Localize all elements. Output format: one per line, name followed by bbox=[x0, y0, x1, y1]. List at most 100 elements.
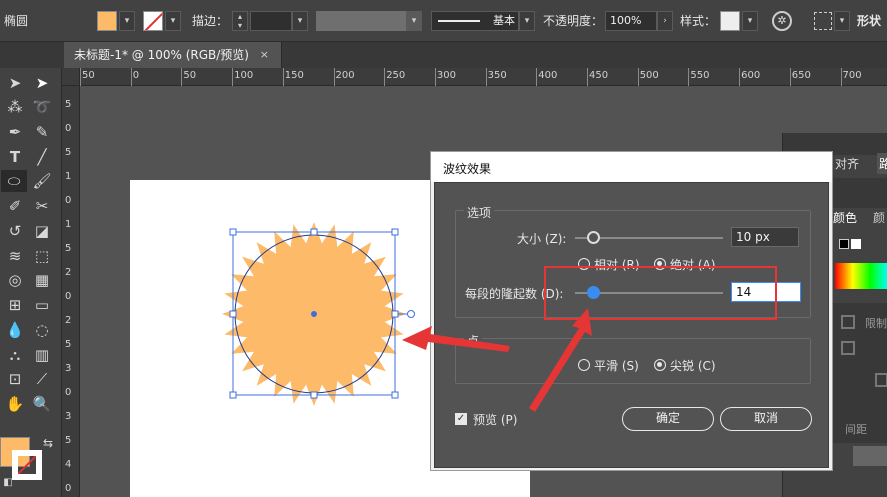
panel-icon-c[interactable] bbox=[875, 373, 887, 387]
ruler-tick-label: 50 bbox=[82, 70, 95, 81]
ruler-tick-label: 100 bbox=[234, 70, 254, 81]
panel-field[interactable] bbox=[853, 446, 887, 466]
ruler-tick bbox=[688, 68, 690, 86]
ruler-tick-label: 150 bbox=[284, 70, 304, 81]
vertical-ruler[interactable]: 50510152025303540 bbox=[62, 86, 80, 497]
column-graph-icon[interactable]: ▥ bbox=[30, 344, 54, 366]
default-colors-icon[interactable]: ◧ bbox=[0, 472, 20, 494]
eyedropper-icon[interactable]: 💧 bbox=[3, 319, 27, 341]
swap-colors-icon[interactable]: ⇆ bbox=[36, 432, 60, 454]
ruler-tick-label: 650 bbox=[791, 70, 811, 81]
style-swatch[interactable] bbox=[720, 11, 740, 31]
ruler-tick-label: 500 bbox=[639, 70, 659, 81]
ruler-tick bbox=[637, 68, 639, 86]
brush-dropdown-icon[interactable]: ▾ bbox=[519, 11, 535, 31]
rotate-tool-icon[interactable]: ↺ bbox=[3, 220, 27, 242]
close-tab-icon[interactable]: × bbox=[260, 42, 269, 68]
hand-tool-icon[interactable]: ✋ bbox=[3, 393, 27, 415]
free-transform-icon[interactable]: ⬚ bbox=[30, 245, 54, 267]
horizontal-ruler[interactable]: 50 0 50 100 150 200 250 300 350 400 450 500 550 600 65… bbox=[80, 68, 887, 86]
magic-wand-icon[interactable]: ⁂ bbox=[3, 96, 27, 118]
label-limit: 限制 bbox=[865, 317, 887, 330]
recolor-icon[interactable]: ✲ bbox=[772, 11, 792, 31]
mesh-tool-icon[interactable]: ⊞ bbox=[3, 294, 27, 316]
size-slider-thumb[interactable] bbox=[586, 231, 600, 244]
selection-tool-icon[interactable]: ➤ bbox=[3, 72, 27, 94]
lasso-icon[interactable]: ➰ bbox=[30, 96, 54, 118]
stroke-weight-dropdown-icon[interactable]: ▾ bbox=[292, 11, 308, 31]
ok-button[interactable]: 确定 bbox=[622, 407, 714, 431]
artboard-tool-icon[interactable]: ⊡ bbox=[3, 368, 27, 390]
size-input[interactable]: 10 px bbox=[731, 227, 799, 247]
align-dropdown-icon[interactable]: ▾ bbox=[834, 11, 850, 31]
style-dropdown-icon[interactable]: ▾ bbox=[742, 11, 758, 31]
opacity-arrow-icon[interactable]: › bbox=[657, 11, 673, 31]
ruler-tick-label: 5 bbox=[65, 147, 72, 158]
paintbrush-icon[interactable]: 🖌 bbox=[30, 170, 54, 192]
ruler-tick-label: 5 bbox=[65, 243, 72, 254]
shaper-tool-icon[interactable]: ✐ bbox=[3, 195, 27, 217]
smooth-radio[interactable] bbox=[578, 359, 590, 371]
ellipse-tool-icon[interactable]: ⬭ bbox=[1, 170, 27, 192]
panel-icon-a[interactable] bbox=[841, 315, 855, 329]
tab-align[interactable]: 对齐 bbox=[835, 155, 859, 172]
stroke-dropdown-icon[interactable]: ▾ bbox=[165, 11, 181, 31]
brush-definition[interactable]: 基本 bbox=[431, 11, 519, 31]
stroke-swatch[interactable] bbox=[143, 11, 163, 31]
opacity-field[interactable]: 100% bbox=[605, 11, 657, 31]
options-group-title: 选项 bbox=[464, 204, 495, 221]
ruler-tick-label: 5 bbox=[65, 99, 72, 110]
shape-builder-icon[interactable]: ◎ bbox=[3, 269, 27, 291]
cancel-button[interactable]: 取消 bbox=[720, 407, 812, 431]
perspective-grid-icon[interactable]: ▦ bbox=[30, 269, 54, 291]
zoom-tool-icon[interactable]: 🔍 bbox=[30, 393, 54, 415]
ruler-tick-label: 3 bbox=[65, 363, 72, 374]
fill-dropdown-icon[interactable]: ▾ bbox=[119, 11, 135, 31]
panel-icon-b[interactable] bbox=[841, 341, 855, 355]
stroke-weight-field[interactable] bbox=[250, 11, 292, 31]
gradient-tool-icon[interactable]: ▭ bbox=[30, 294, 54, 316]
ruler-origin[interactable] bbox=[62, 68, 80, 86]
ruler-tick-label: 0 bbox=[65, 291, 72, 302]
preview-checkbox[interactable]: ✓ bbox=[455, 413, 467, 425]
ruler-tick bbox=[80, 68, 81, 86]
ruler-tick-label: 0 bbox=[65, 483, 72, 494]
tab-path[interactable]: 路 bbox=[877, 153, 887, 174]
line-tool-icon[interactable]: ╱ bbox=[30, 146, 54, 168]
slice-tool-icon[interactable]: ⟋ bbox=[30, 368, 54, 390]
warp-tool-icon[interactable]: ≋ bbox=[3, 245, 27, 267]
stroke-stepper-icon[interactable]: ▴ ▾ bbox=[232, 11, 248, 31]
preview-label[interactable]: 预览 (P) bbox=[473, 411, 517, 428]
corner-radio[interactable] bbox=[654, 359, 666, 371]
ruler-tick-label: 0 bbox=[65, 195, 72, 206]
type-tool-icon[interactable]: T bbox=[3, 146, 27, 168]
corner-label[interactable]: 尖锐 (C) bbox=[670, 357, 716, 374]
dialog-title[interactable]: 波纹效果 bbox=[431, 152, 832, 182]
ruler-tick bbox=[587, 68, 588, 86]
ruler-tick-label: 450 bbox=[589, 70, 609, 81]
color-spectrum[interactable] bbox=[835, 263, 887, 289]
tab-color-guide[interactable]: 颜 bbox=[873, 209, 885, 226]
align-icon[interactable] bbox=[814, 12, 832, 30]
ruler-tick-label: 2 bbox=[65, 315, 72, 326]
pen-tool-icon[interactable]: ✒ bbox=[3, 121, 27, 143]
symbol-sprayer-icon[interactable]: ⛬ bbox=[3, 344, 27, 366]
blend-tool-icon[interactable]: ◌ bbox=[30, 319, 54, 341]
tools-panel: ➤ ➤ ⁂ ➰ ✒ ✎ T ╱ ⬭ 🖌 ✐ ✂ ↺ ◪ ≋ ⬚ ◎ ▦ ⊞ ▭ … bbox=[0, 68, 62, 497]
ruler-tick bbox=[181, 68, 183, 86]
scale-tool-icon[interactable]: ◪ bbox=[30, 220, 54, 242]
fill-swatch[interactable] bbox=[97, 11, 117, 31]
smooth-label[interactable]: 平滑 (S) bbox=[594, 357, 639, 374]
curvature-tool-icon[interactable]: ✎ bbox=[30, 121, 54, 143]
profile-dropdown-icon[interactable]: ▾ bbox=[406, 11, 422, 31]
annotation-highlight-box bbox=[544, 266, 777, 320]
direct-selection-tool-icon[interactable]: ➤ bbox=[30, 72, 54, 94]
ruler-tick bbox=[282, 68, 284, 86]
variable-width-profile[interactable] bbox=[316, 11, 406, 31]
shape-label[interactable]: 形状 bbox=[857, 0, 881, 42]
white-swatch[interactable] bbox=[851, 239, 861, 249]
black-swatch[interactable] bbox=[839, 239, 849, 249]
tab-color[interactable]: 颜色 bbox=[833, 209, 857, 226]
document-tab[interactable]: 未标题-1* @ 100% (RGB/预览) × bbox=[64, 42, 282, 68]
scissors-icon[interactable]: ✂ bbox=[30, 195, 54, 217]
